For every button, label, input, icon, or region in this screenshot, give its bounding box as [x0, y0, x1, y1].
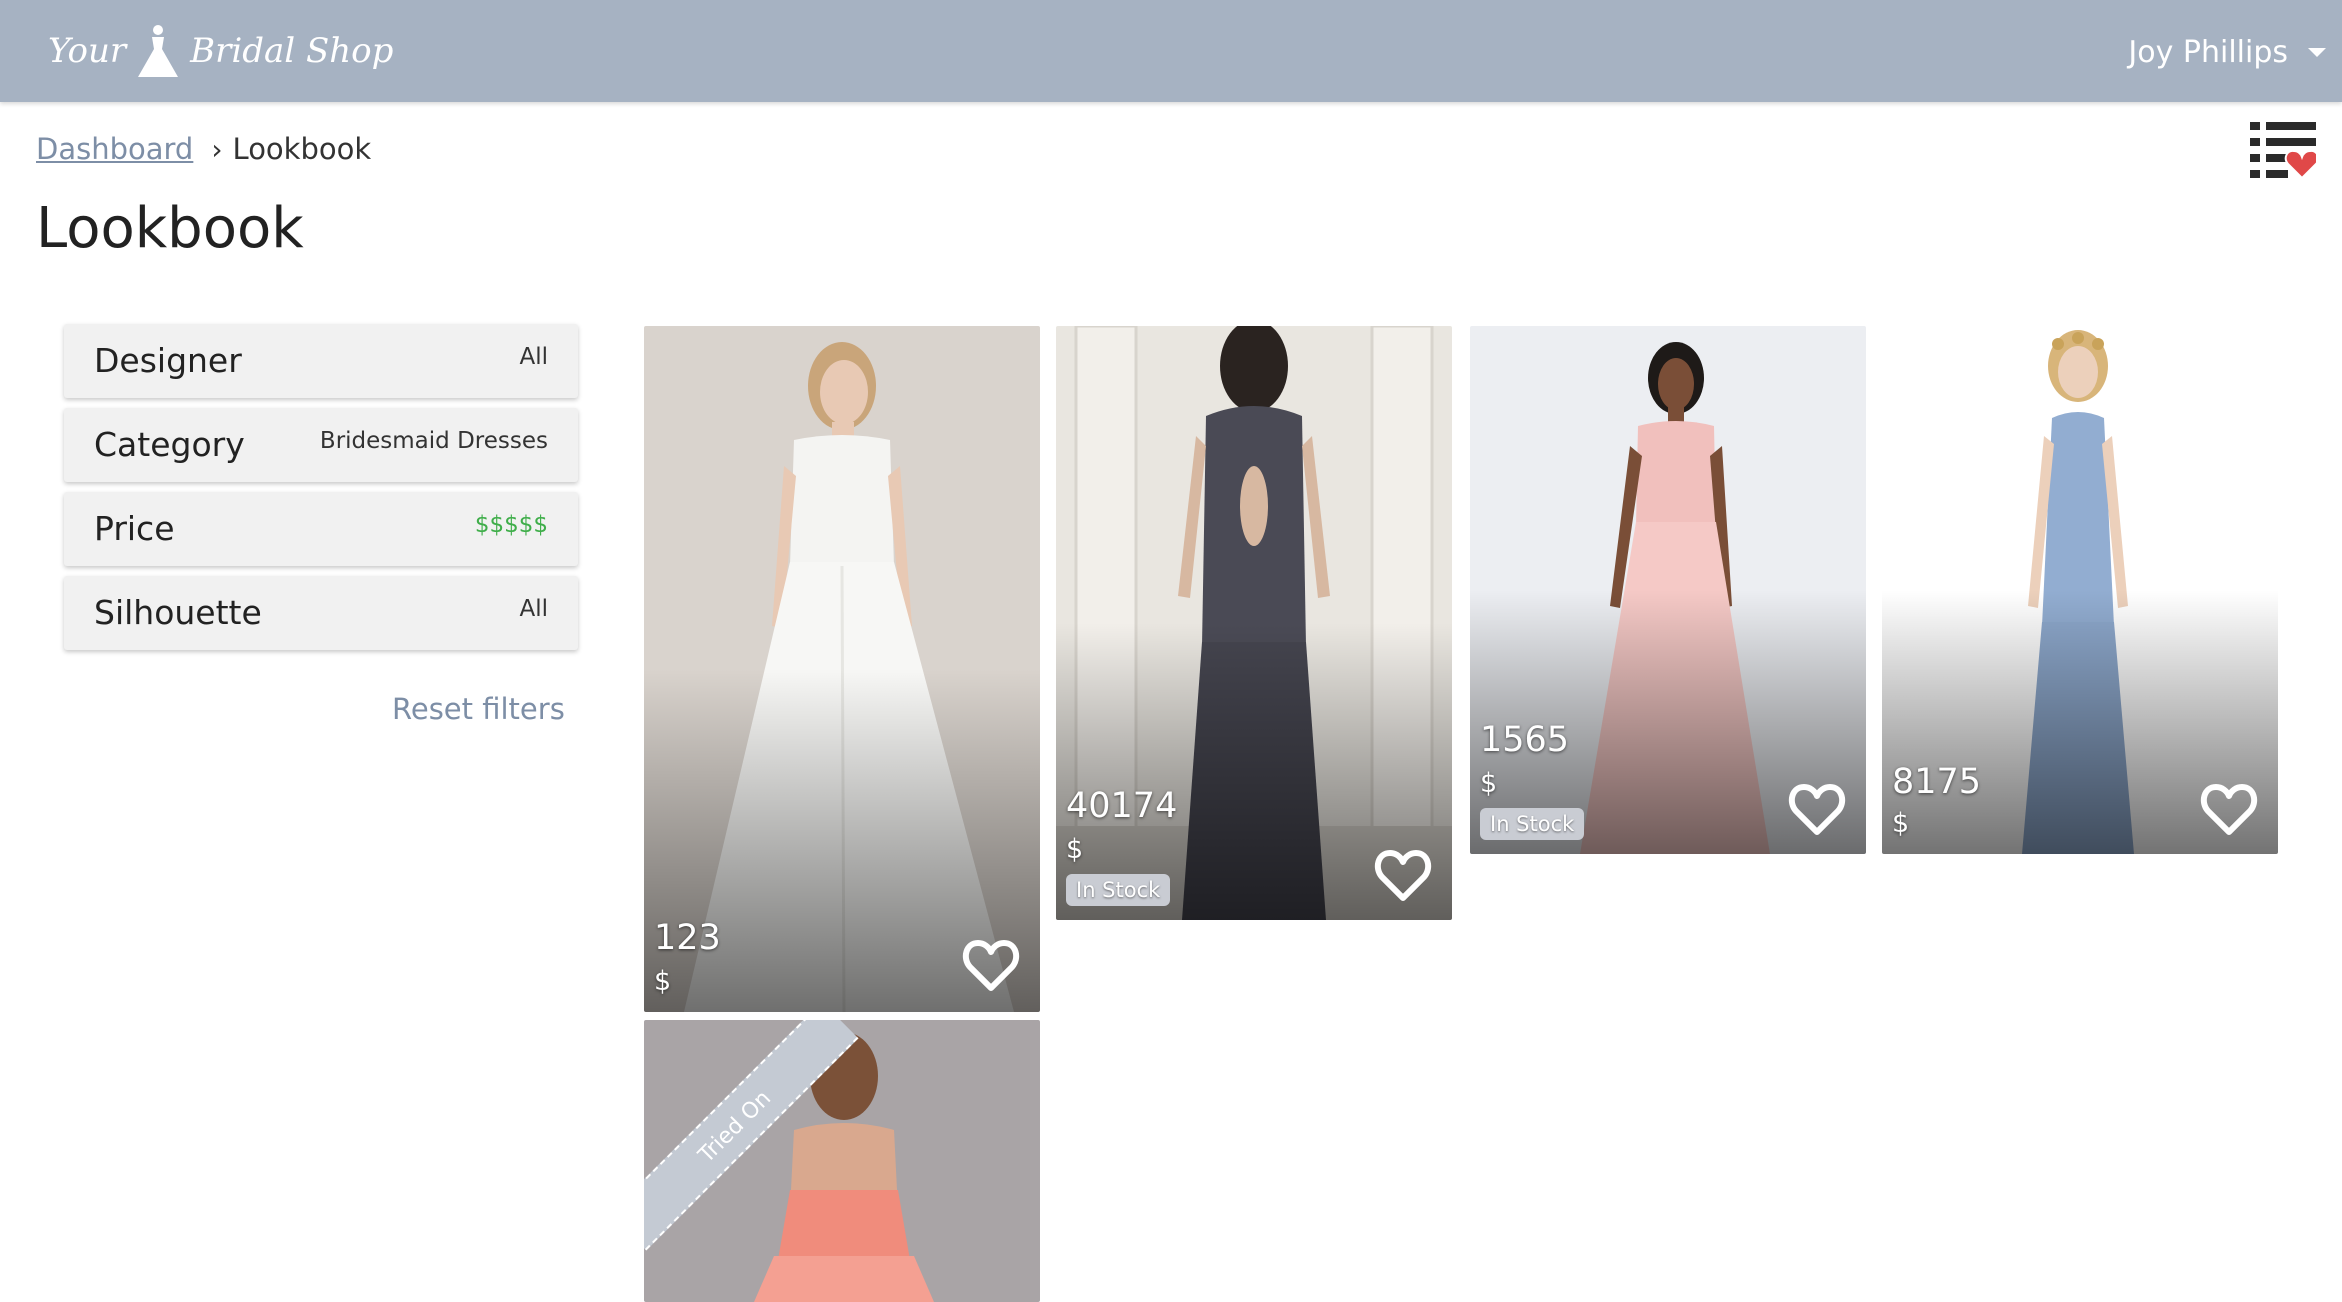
reset-filters-link[interactable]: Reset filters [392, 692, 565, 726]
dress-number: 123 [654, 918, 721, 958]
heart-outline-icon[interactable] [1788, 782, 1846, 836]
dress-card[interactable]: 1565 $ In Stock [1470, 326, 1866, 854]
filter-label: Silhouette [94, 593, 262, 632]
filter-label: Price [94, 509, 175, 548]
dress-price: $ [654, 966, 672, 997]
filter-value: All [519, 344, 548, 370]
filter-category[interactable]: Category Bridesmaid Dresses [64, 408, 578, 482]
logo-word-bridal-shop: Bridal Shop [190, 31, 394, 71]
filter-value: $$$$$ [474, 512, 548, 538]
breadcrumb: Dashboard › Lookbook [36, 132, 371, 166]
filter-price[interactable]: Price $$$$$ [64, 492, 578, 566]
in-stock-badge: In Stock [1066, 874, 1171, 906]
dress-number: 8175 [1892, 762, 1982, 802]
dress-number: 1565 [1480, 720, 1570, 760]
dress-number: 40174 [1066, 786, 1178, 826]
logo-word-your: Your [48, 31, 127, 71]
heart-outline-icon[interactable] [962, 938, 1020, 992]
user-name: Joy Phillips [2128, 34, 2288, 70]
user-menu[interactable]: Joy Phillips [2128, 30, 2326, 74]
dress-price: $ [1066, 834, 1084, 865]
filter-value: All [519, 596, 548, 622]
shop-logo[interactable]: Your Bridal Shop [48, 20, 393, 82]
filter-label: Category [94, 425, 245, 464]
dress-icon [138, 25, 179, 77]
breadcrumb-current: Lookbook [232, 132, 372, 166]
filter-silhouette[interactable]: Silhouette All [64, 576, 578, 650]
dress-card[interactable]: Tried On [644, 1020, 1040, 1302]
in-stock-badge: In Stock [1480, 808, 1585, 840]
dress-price: $ [1892, 808, 1910, 839]
dress-card[interactable]: 40174 $ In Stock [1056, 326, 1452, 920]
heart-outline-icon[interactable] [2200, 782, 2258, 836]
breadcrumb-separator: › [211, 132, 223, 166]
filter-designer[interactable]: Designer All [64, 324, 578, 398]
dress-price: $ [1480, 768, 1498, 799]
chevron-down-icon [2308, 47, 2326, 57]
page-title: Lookbook [36, 196, 304, 261]
dress-card[interactable]: 123 $ [644, 326, 1040, 1012]
filter-label: Designer [94, 341, 242, 380]
filter-panel: Designer All Category Bridesmaid Dresses… [64, 324, 578, 660]
filter-value: Bridesmaid Dresses [319, 428, 548, 454]
breadcrumb-dashboard-link[interactable]: Dashboard [36, 132, 193, 166]
heart-outline-icon[interactable] [1374, 848, 1432, 902]
list-heart-icon[interactable] [2250, 120, 2316, 180]
dress-card[interactable]: 8175 $ [1882, 326, 2278, 854]
top-navigation-bar: Your Bridal Shop Joy Phillips [0, 0, 2342, 102]
